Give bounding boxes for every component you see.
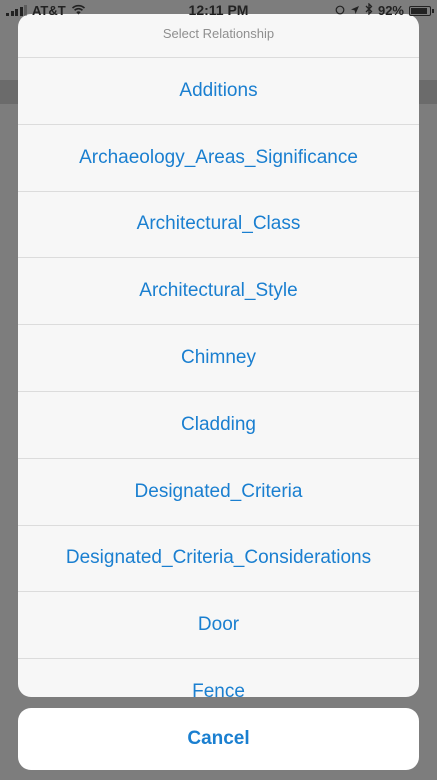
relationship-option[interactable]: Designated_Criteria_Considerations [18,526,419,593]
relationship-option[interactable]: Architectural_Class [18,192,419,259]
relationship-option[interactable]: Fence [18,659,419,697]
status-bar: AT&T 12:11 PM 92% [0,0,437,22]
battery-icon [409,5,434,16]
bluetooth-icon [365,2,373,18]
status-right: 92% [335,2,434,18]
battery-percent: 92% [377,3,404,18]
cancel-button[interactable]: Cancel [18,708,419,770]
location-arrow-icon [350,3,360,18]
battery-fill [411,7,427,14]
relationship-option[interactable]: Additions [18,58,419,125]
alarm-icon [335,3,345,18]
relationship-option[interactable]: Architectural_Style [18,258,419,326]
relationship-option[interactable]: Chimney [18,325,419,392]
relationship-option[interactable]: Door [18,592,419,660]
relationship-list[interactable]: Additions Archaeology_Areas_Significance A… [18,58,419,697]
relationship-option[interactable]: Designated_Criteria [18,459,419,526]
relationship-option[interactable]: Archaeology_Areas_Significance [18,125,419,192]
action-sheet: Select Relationship Additions Archaeology… [18,14,419,697]
relationship-option[interactable]: Cladding [18,392,419,459]
